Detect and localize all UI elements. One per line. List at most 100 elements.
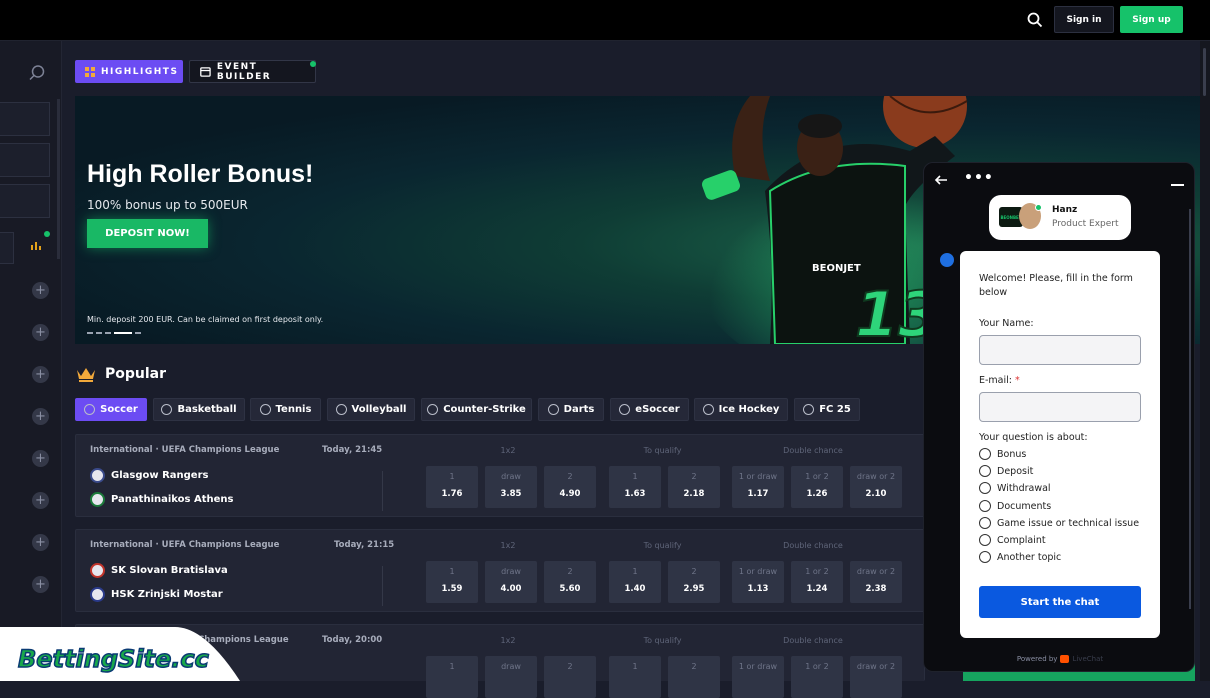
tab-highlights[interactable]: HIGHLIGHTS	[75, 60, 183, 83]
expand-plus-icon[interactable]: +	[32, 492, 49, 509]
agent-name: Hanz	[1052, 205, 1078, 215]
topic-option-documents[interactable]: Documents	[979, 500, 1051, 512]
minimize-icon[interactable]	[1171, 184, 1184, 186]
odd-button[interactable]: 1 or 2	[791, 656, 843, 698]
radio-circle[interactable]	[979, 517, 991, 529]
expand-plus-icon[interactable]: +	[32, 366, 49, 383]
sport-tab-tennis[interactable]: Tennis	[250, 398, 321, 421]
question-label: Your question is about:	[979, 432, 1088, 443]
topic-option-another[interactable]: Another topic	[979, 551, 1061, 563]
chat-scrollbar[interactable]	[1189, 209, 1191, 609]
sidebar-menu-item[interactable]	[0, 143, 50, 177]
odd-value: 3.85	[500, 489, 522, 499]
odd-button[interactable]: 1 or 2 1.24	[791, 561, 843, 603]
sidebar-search-icon[interactable]	[28, 64, 46, 82]
sport-tab-basketball[interactable]: Basketball	[153, 398, 245, 421]
sport-tab-ice-hockey[interactable]: Ice Hockey	[694, 398, 788, 421]
radio-circle[interactable]	[979, 551, 991, 563]
stats-icon[interactable]	[30, 239, 42, 251]
radio-circle[interactable]	[979, 534, 991, 546]
odd-button[interactable]: draw or 2 2.38	[850, 561, 902, 603]
radio-circle[interactable]	[979, 465, 991, 477]
sidebar: + + + + + + + +	[0, 41, 62, 681]
sidebar-menu-item[interactable]	[0, 102, 50, 136]
odd-button[interactable]: 1 or 2 1.26	[791, 466, 843, 508]
sport-tab-fc25[interactable]: FC 25	[794, 398, 860, 421]
odd-button[interactable]: 1	[609, 656, 661, 698]
odd-button[interactable]: 1 1.40	[609, 561, 661, 603]
email-input[interactable]	[979, 392, 1141, 422]
team-name: Glasgow Rangers	[111, 470, 209, 481]
radio-circle[interactable]	[979, 448, 991, 460]
powered-by[interactable]: Powered by LiveChat	[924, 655, 1194, 663]
sport-tab-counter-strike[interactable]: Counter-Strike	[421, 398, 532, 421]
odd-button[interactable]: draw 3.85	[485, 466, 537, 508]
carousel-dot[interactable]	[87, 332, 93, 334]
expand-plus-icon[interactable]: +	[32, 450, 49, 467]
sport-tab-soccer[interactable]: Soccer	[75, 398, 147, 421]
carousel-dot[interactable]	[96, 332, 102, 334]
odd-button[interactable]: draw 4.00	[485, 561, 537, 603]
darts-icon	[547, 404, 559, 415]
sport-tab-label: Tennis	[275, 404, 312, 415]
topic-label: Bonus	[997, 448, 1027, 460]
expand-plus-icon[interactable]: +	[32, 408, 49, 425]
odd-button[interactable]: 1 or draw 1.13	[732, 561, 784, 603]
topic-option-bonus[interactable]: Bonus	[979, 448, 1026, 460]
radio-circle[interactable]	[979, 500, 991, 512]
expand-plus-icon[interactable]: +	[32, 576, 49, 593]
odd-button[interactable]: 1 or draw	[732, 656, 784, 698]
odd-value: 1.59	[441, 584, 463, 594]
topic-option-deposit[interactable]: Deposit	[979, 465, 1033, 477]
more-options-icon[interactable]: •••	[964, 170, 994, 186]
topic-option-withdrawal[interactable]: Withdrawal	[979, 482, 1051, 494]
odd-button[interactable]: draw or 2	[850, 656, 902, 698]
odd-button[interactable]: 2 4.90	[544, 466, 596, 508]
back-arrow-icon[interactable]	[934, 173, 948, 187]
sport-tab-volleyball[interactable]: Volleyball	[327, 398, 415, 421]
topic-option-game-issue[interactable]: Game issue or technical issue	[979, 517, 1139, 529]
sport-tab-darts[interactable]: Darts	[538, 398, 604, 421]
carousel-indicators[interactable]	[87, 332, 141, 334]
carousel-dot[interactable]	[105, 332, 111, 334]
expand-plus-icon[interactable]: +	[32, 324, 49, 341]
odd-value: 2.10	[865, 489, 887, 499]
odd-button[interactable]: 1	[426, 656, 478, 698]
odd-button[interactable]: draw or 2 2.10	[850, 466, 902, 508]
expand-plus-icon[interactable]: +	[32, 282, 49, 299]
odd-button[interactable]: 2	[544, 656, 596, 698]
odd-button[interactable]: 1 1.59	[426, 561, 478, 603]
odd-button[interactable]: 2 2.18	[668, 466, 720, 508]
sidebar-menu-item[interactable]	[0, 184, 50, 218]
odd-button[interactable]: 2	[668, 656, 720, 698]
odd-label: 2	[567, 662, 573, 671]
sign-up-button[interactable]: Sign up	[1120, 6, 1183, 33]
odd-label: 1 or 2	[805, 567, 829, 576]
odd-button[interactable]: 2 2.95	[668, 561, 720, 603]
topic-option-complaint[interactable]: Complaint	[979, 534, 1046, 546]
odd-button[interactable]: 1 1.76	[426, 466, 478, 508]
deposit-now-button[interactable]: DEPOSIT NOW!	[87, 219, 208, 248]
tab-event-builder[interactable]: EVENT BUILDER	[189, 60, 316, 83]
carousel-dot[interactable]	[135, 332, 141, 334]
start-chat-button[interactable]: Start the chat	[979, 586, 1141, 618]
match-card[interactable]: International · UEFA Champions League To…	[75, 434, 925, 517]
odd-button[interactable]: 1 1.63	[609, 466, 661, 508]
team-name: HSK Zrinjski Mostar	[111, 589, 223, 600]
odd-button[interactable]: 2 5.60	[544, 561, 596, 603]
expand-plus-icon[interactable]: +	[32, 534, 49, 551]
carousel-dot-active[interactable]	[114, 332, 132, 334]
name-input[interactable]	[979, 335, 1141, 365]
radio-circle[interactable]	[979, 482, 991, 494]
search-icon[interactable]	[1026, 11, 1044, 29]
odd-button[interactable]: draw	[485, 656, 537, 698]
odd-button[interactable]: 1 or draw 1.17	[732, 466, 784, 508]
match-card[interactable]: International · UEFA Champions League To…	[75, 529, 925, 612]
sign-in-button[interactable]: Sign in	[1054, 6, 1114, 33]
sport-tab-esoccer[interactable]: eSoccer	[610, 398, 689, 421]
livechat-logo-icon	[1060, 655, 1070, 663]
sidebar-menu-item[interactable]	[0, 232, 14, 264]
page-scrollbar-thumb[interactable]	[1203, 48, 1206, 96]
odd-label: 2	[567, 567, 573, 576]
page-scrollbar[interactable]	[1200, 41, 1210, 681]
